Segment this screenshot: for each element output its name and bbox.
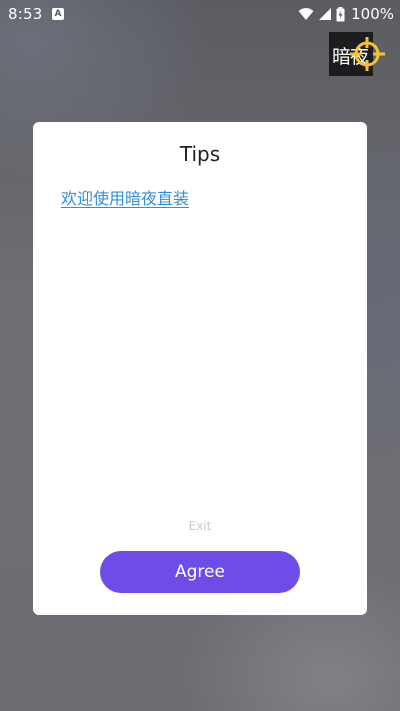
- dialog-title: Tips: [179, 142, 221, 166]
- cellular-signal-icon: [318, 7, 332, 21]
- agree-button[interactable]: Agree: [100, 551, 300, 593]
- crosshair-icon: [350, 37, 385, 71]
- status-time: 8:53: [8, 5, 43, 23]
- app-logo: 暗夜: [329, 32, 385, 76]
- status-bar: 8:53 A 100%: [0, 0, 400, 28]
- welcome-link[interactable]: 欢迎使用暗夜直装: [61, 185, 189, 209]
- exit-button[interactable]: Exit: [33, 519, 367, 533]
- battery-percent: 100%: [351, 5, 394, 23]
- status-icons: 100%: [298, 4, 394, 24]
- battery-icon: [336, 6, 345, 22]
- notification-a-icon: A: [52, 8, 64, 20]
- wifi-icon: [298, 7, 314, 21]
- tips-dialog: Tips 欢迎使用暗夜直装 Exit Agree: [33, 122, 367, 615]
